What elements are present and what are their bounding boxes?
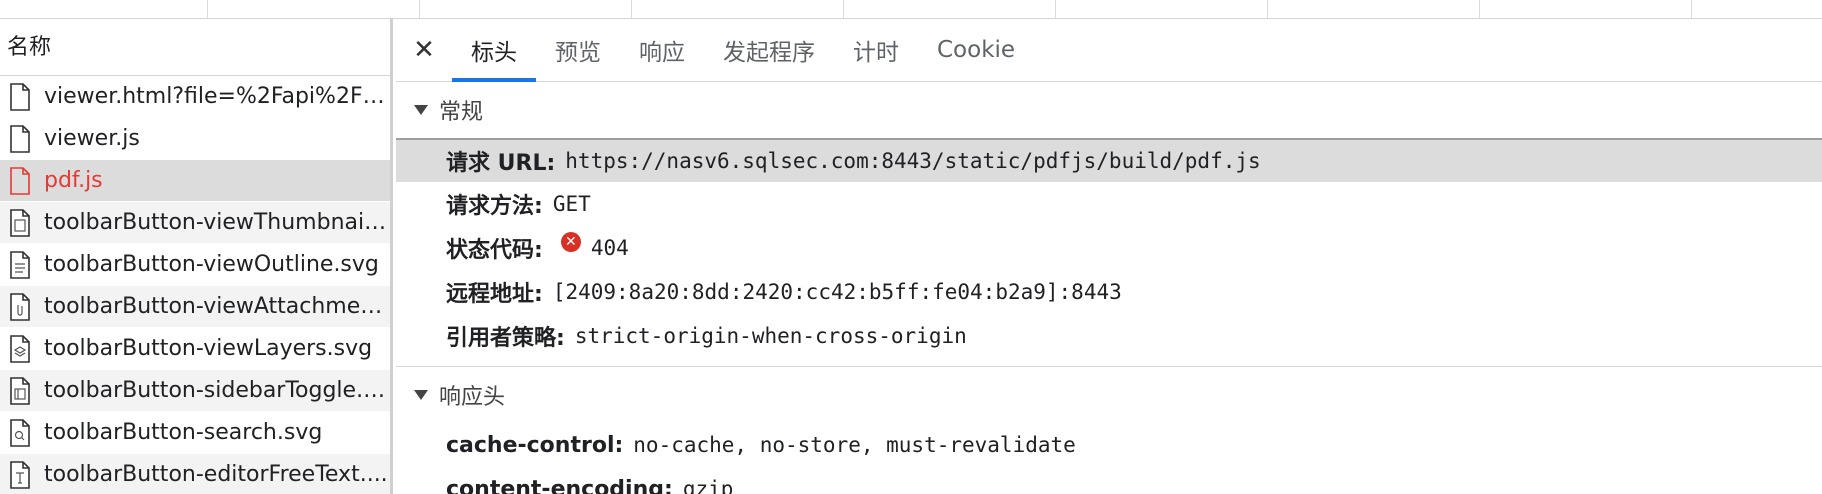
request-name: toolbarButton-viewAttachmen... xyxy=(44,294,389,319)
request-name: viewer.js xyxy=(44,126,140,151)
request-list: 名称 viewer.html?file=%2Fapi%2Fb... viewer… xyxy=(0,19,393,494)
error-icon: ✕ xyxy=(560,232,581,252)
request-list-header-strip xyxy=(0,0,1822,19)
request-details-panel: ✕ 标头 预览 响应 发起程序 计时 Cookie 常规 请求 URL: htt… xyxy=(396,19,1822,494)
header-key: cache-control: xyxy=(446,432,624,458)
section-title: 常规 xyxy=(439,100,484,125)
column-divider xyxy=(1691,0,1692,18)
tab-timing[interactable]: 计时 xyxy=(834,19,918,81)
tab-preview[interactable]: 预览 xyxy=(536,19,620,81)
header-value: GET xyxy=(552,192,591,216)
request-name: toolbarButton-viewLayers.svg xyxy=(44,336,373,361)
response-header-row[interactable]: content-encoding: gzip xyxy=(396,467,1822,494)
tab-cookies[interactable]: Cookie xyxy=(918,19,1034,81)
remote-address-row[interactable]: 远程地址: [2409:8a20:8dd:2420:cc42:b5ff:fe04… xyxy=(396,270,1822,314)
name-column-header[interactable]: 名称 xyxy=(0,19,390,76)
request-name: toolbarButton-editorFreeText.... xyxy=(44,462,388,487)
svg-file-icon xyxy=(10,376,30,405)
general-section-toggle[interactable]: 常规 xyxy=(396,82,1822,138)
request-row-editor-free-text[interactable]: toolbarButton-editorFreeText.... xyxy=(0,454,390,494)
document-icon xyxy=(10,124,30,153)
svg-file-icon xyxy=(10,208,30,237)
document-icon xyxy=(10,166,30,195)
request-row-search[interactable]: toolbarButton-search.svg xyxy=(0,412,390,454)
column-divider xyxy=(1267,0,1268,18)
request-name: toolbarButton-viewThumbnail.... xyxy=(44,210,389,235)
header-value: no-cache, no-store, must-revalidate xyxy=(633,433,1076,457)
request-row-view-thumbnail[interactable]: toolbarButton-viewThumbnail.... xyxy=(0,202,390,244)
column-divider xyxy=(843,0,844,18)
close-icon[interactable]: ✕ xyxy=(396,19,452,81)
header-value: [2409:8a20:8dd:2420:cc42:b5ff:fe04:b2a9]… xyxy=(552,280,1122,304)
svg-file-icon xyxy=(10,250,30,279)
column-divider xyxy=(207,0,208,18)
response-header-row[interactable]: cache-control: no-cache, no-store, must-… xyxy=(396,423,1822,467)
column-divider xyxy=(1479,0,1480,18)
header-value: gzip xyxy=(682,477,734,494)
tab-headers[interactable]: 标头 xyxy=(452,19,536,82)
header-key: content-encoding: xyxy=(446,476,673,494)
request-name: toolbarButton-sidebarToggle.s... xyxy=(44,378,389,403)
response-headers-section-toggle[interactable]: 响应头 xyxy=(396,367,1822,423)
tab-initiator[interactable]: 发起程序 xyxy=(704,19,834,81)
request-row-sidebar-toggle[interactable]: toolbarButton-sidebarToggle.s... xyxy=(0,370,390,412)
triangle-down-icon xyxy=(414,105,428,115)
tab-response[interactable]: 响应 xyxy=(620,19,704,81)
request-name: toolbarButton-viewOutline.svg xyxy=(44,252,379,277)
document-icon xyxy=(10,82,30,111)
header-key: 远程地址: xyxy=(446,282,543,307)
referrer-policy-row[interactable]: 引用者策略: strict-origin-when-cross-origin xyxy=(396,314,1822,358)
header-key: 请求 URL: xyxy=(446,151,556,176)
svg-file-icon xyxy=(10,460,30,489)
request-row-viewer-js[interactable]: viewer.js xyxy=(0,118,390,160)
request-name: toolbarButton-search.svg xyxy=(44,420,323,445)
header-key: 请求方法: xyxy=(446,194,543,219)
column-divider xyxy=(419,0,420,18)
column-divider xyxy=(1055,0,1056,18)
devtools-network-panel: 名称 viewer.html?file=%2Fapi%2Fb... viewer… xyxy=(0,0,1822,494)
request-row-viewer-html[interactable]: viewer.html?file=%2Fapi%2Fb... xyxy=(0,76,390,118)
request-row-view-layers[interactable]: toolbarButton-viewLayers.svg xyxy=(0,328,390,370)
request-row-pdf-js[interactable]: pdf.js xyxy=(0,160,390,202)
request-name: pdf.js xyxy=(44,168,103,193)
header-value: strict-origin-when-cross-origin xyxy=(574,324,967,348)
header-value: 404 xyxy=(590,236,629,260)
header-value: https://nasv6.sqlsec.com:8443/static/pdf… xyxy=(565,149,1261,173)
column-divider xyxy=(631,0,632,18)
svg-file-icon xyxy=(10,292,30,321)
svg-file-icon xyxy=(10,334,30,363)
details-tab-bar: ✕ 标头 预览 响应 发起程序 计时 Cookie xyxy=(396,19,1822,82)
request-method-row[interactable]: 请求方法: GET xyxy=(396,182,1822,226)
status-code-row[interactable]: 状态代码: ✕ 404 xyxy=(396,226,1822,270)
request-name: viewer.html?file=%2Fapi%2Fb... xyxy=(44,84,389,109)
request-row-view-outline[interactable]: toolbarButton-viewOutline.svg xyxy=(0,244,390,286)
svg-file-icon xyxy=(10,418,30,447)
request-row-view-attachments[interactable]: toolbarButton-viewAttachmen... xyxy=(0,286,390,328)
section-title: 响应头 xyxy=(439,385,506,410)
triangle-down-icon xyxy=(414,390,428,400)
header-key: 引用者策略: xyxy=(446,326,565,351)
request-url-row[interactable]: 请求 URL: https://nasv6.sqlsec.com:8443/st… xyxy=(396,138,1822,182)
header-key: 状态代码: xyxy=(446,238,543,263)
